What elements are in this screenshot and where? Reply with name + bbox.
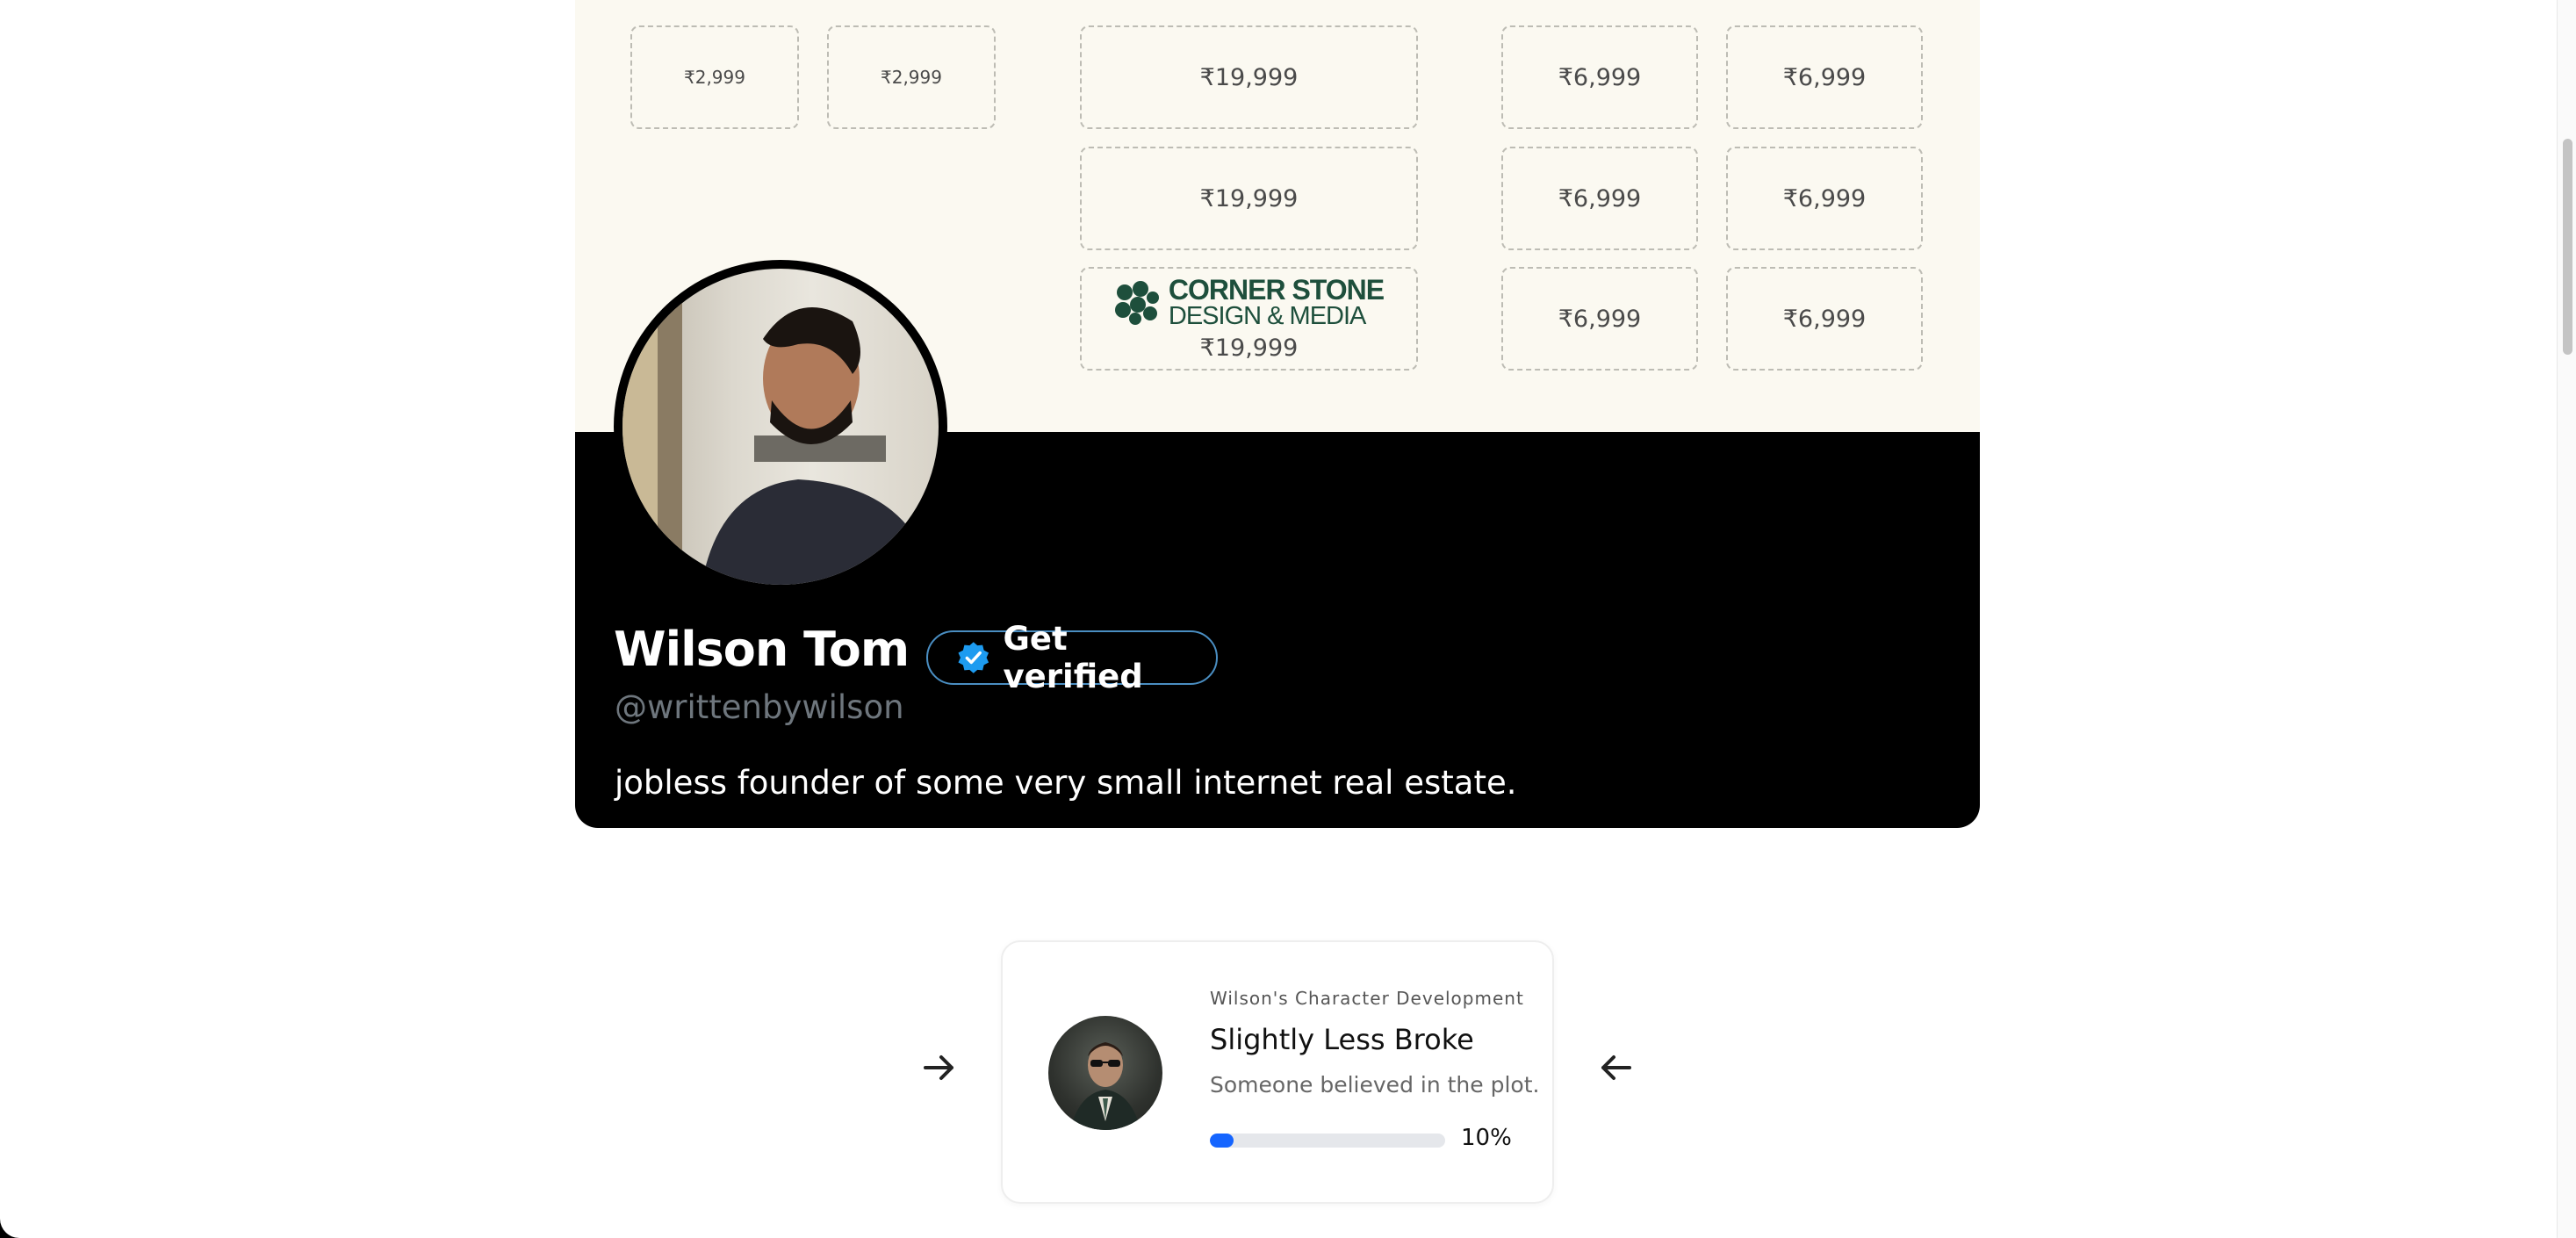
page: ₹2,999 ₹2,999 ₹19,999 ₹19,999 CORNER STO… bbox=[0, 0, 2557, 1238]
ad-slot[interactable]: ₹19,999 bbox=[1080, 147, 1418, 250]
ad-slot[interactable]: ₹19,999 bbox=[1080, 25, 1418, 129]
progress-avatar bbox=[1048, 1016, 1162, 1130]
logo-text: CORNER STONE DESIGN & MEDIA bbox=[1168, 274, 1385, 330]
ad-slot[interactable]: ₹6,999 bbox=[1501, 267, 1698, 371]
ad-slot[interactable]: ₹6,999 bbox=[1726, 147, 1923, 250]
ad-slot-cornerstone[interactable]: CORNER STONE DESIGN & MEDIA ₹19,999 bbox=[1080, 267, 1418, 371]
ad-slot[interactable]: ₹6,999 bbox=[1501, 25, 1698, 129]
ad-slot[interactable]: ₹6,999 bbox=[1501, 147, 1698, 250]
progress-bar-fill bbox=[1210, 1134, 1234, 1148]
ad-slot[interactable]: ₹2,999 bbox=[630, 25, 799, 129]
get-verified-label: Get verified bbox=[1003, 620, 1143, 695]
previous-arrow-button[interactable] bbox=[1589, 1041, 1642, 1094]
profile-bio: jobless founder of some very small inter… bbox=[615, 764, 1517, 802]
scrollbar-thumb[interactable] bbox=[2563, 139, 2572, 355]
ad-slot[interactable]: ₹6,999 bbox=[1726, 25, 1923, 129]
avatar-photo bbox=[622, 269, 939, 585]
ad-slot[interactable]: ₹2,999 bbox=[827, 25, 996, 129]
ad-slot-price: ₹19,999 bbox=[1199, 335, 1299, 362]
page-scrollbar[interactable] bbox=[2557, 0, 2576, 1238]
cornerstone-logo: CORNER STONE DESIGN & MEDIA bbox=[1114, 274, 1385, 330]
progress-bar bbox=[1210, 1134, 1445, 1148]
next-arrow-button[interactable] bbox=[913, 1041, 966, 1094]
profile-avatar[interactable] bbox=[614, 260, 947, 594]
progress-title: Slightly Less Broke bbox=[1210, 1023, 1474, 1056]
character-progress-card: Wilson's Character Development Slightly … bbox=[1001, 940, 1554, 1204]
verified-badge-icon bbox=[958, 642, 989, 673]
progress-subtitle: Someone believed in the plot. bbox=[1210, 1072, 1540, 1098]
progress-percentage: 10% bbox=[1461, 1125, 1512, 1151]
progress-eyebrow: Wilson's Character Development bbox=[1210, 988, 1524, 1009]
get-verified-button[interactable]: Get verified bbox=[926, 620, 1218, 695]
arrow-left-icon bbox=[1601, 1055, 1631, 1080]
ad-slot[interactable]: ₹6,999 bbox=[1726, 267, 1923, 371]
stones-logo-icon bbox=[1114, 280, 1159, 325]
profile-handle: @writtenbywilson bbox=[615, 688, 904, 726]
arrow-right-icon bbox=[924, 1055, 953, 1080]
profile-display-name: Wilson Tom bbox=[614, 622, 910, 677]
